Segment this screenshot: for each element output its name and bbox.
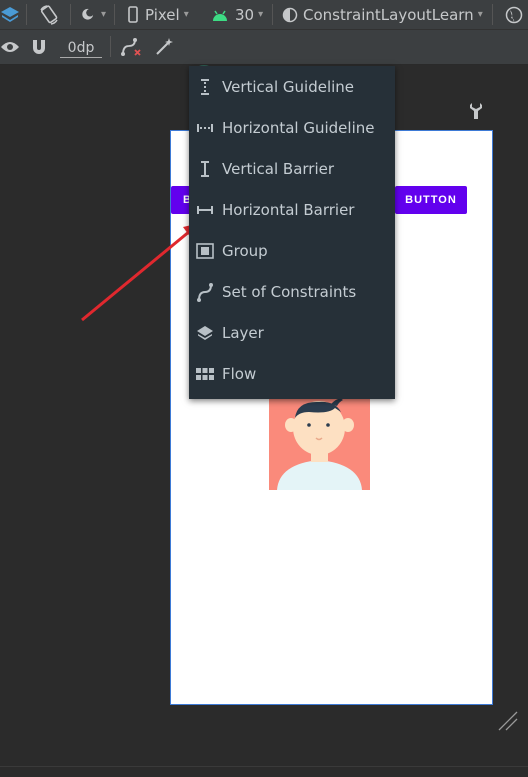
menu-item-label: Horizontal Guideline xyxy=(222,118,375,137)
guidelines-dropdown-menu: Vertical Guideline Horizontal Guideline … xyxy=(189,66,395,399)
menu-item-horizontal-barrier[interactable]: Horizontal Barrier xyxy=(189,189,395,230)
menu-item-vertical-guideline[interactable]: Vertical Guideline xyxy=(189,66,395,107)
menu-item-set-of-constraints[interactable]: Set of Constraints xyxy=(189,271,395,312)
vertical-barrier-icon xyxy=(195,159,215,179)
menu-item-layer[interactable]: Layer xyxy=(189,312,395,353)
menu-item-label: Horizontal Barrier xyxy=(222,200,355,219)
menu-item-label: Flow xyxy=(222,364,257,383)
menu-item-vertical-barrier[interactable]: Vertical Barrier xyxy=(189,148,395,189)
menu-item-flow[interactable]: Flow xyxy=(189,353,395,394)
menu-item-label: Group xyxy=(222,241,268,260)
menu-item-label: Layer xyxy=(222,323,264,342)
constraints-icon xyxy=(195,282,215,302)
bottom-status-bar xyxy=(0,766,528,777)
vertical-guideline-icon xyxy=(195,77,215,97)
resize-handle-icon[interactable] xyxy=(497,710,519,736)
layer-icon xyxy=(195,323,215,343)
menu-item-label: Set of Constraints xyxy=(222,282,357,301)
menu-item-label: Vertical Guideline xyxy=(222,77,355,96)
menu-item-label: Vertical Barrier xyxy=(222,159,335,178)
menu-item-group[interactable]: Group xyxy=(189,230,395,271)
horizontal-barrier-icon xyxy=(195,200,215,220)
group-icon xyxy=(195,241,215,261)
horizontal-guideline-icon xyxy=(195,118,215,138)
flow-icon xyxy=(195,364,215,384)
menu-item-horizontal-guideline[interactable]: Horizontal Guideline xyxy=(189,107,395,148)
